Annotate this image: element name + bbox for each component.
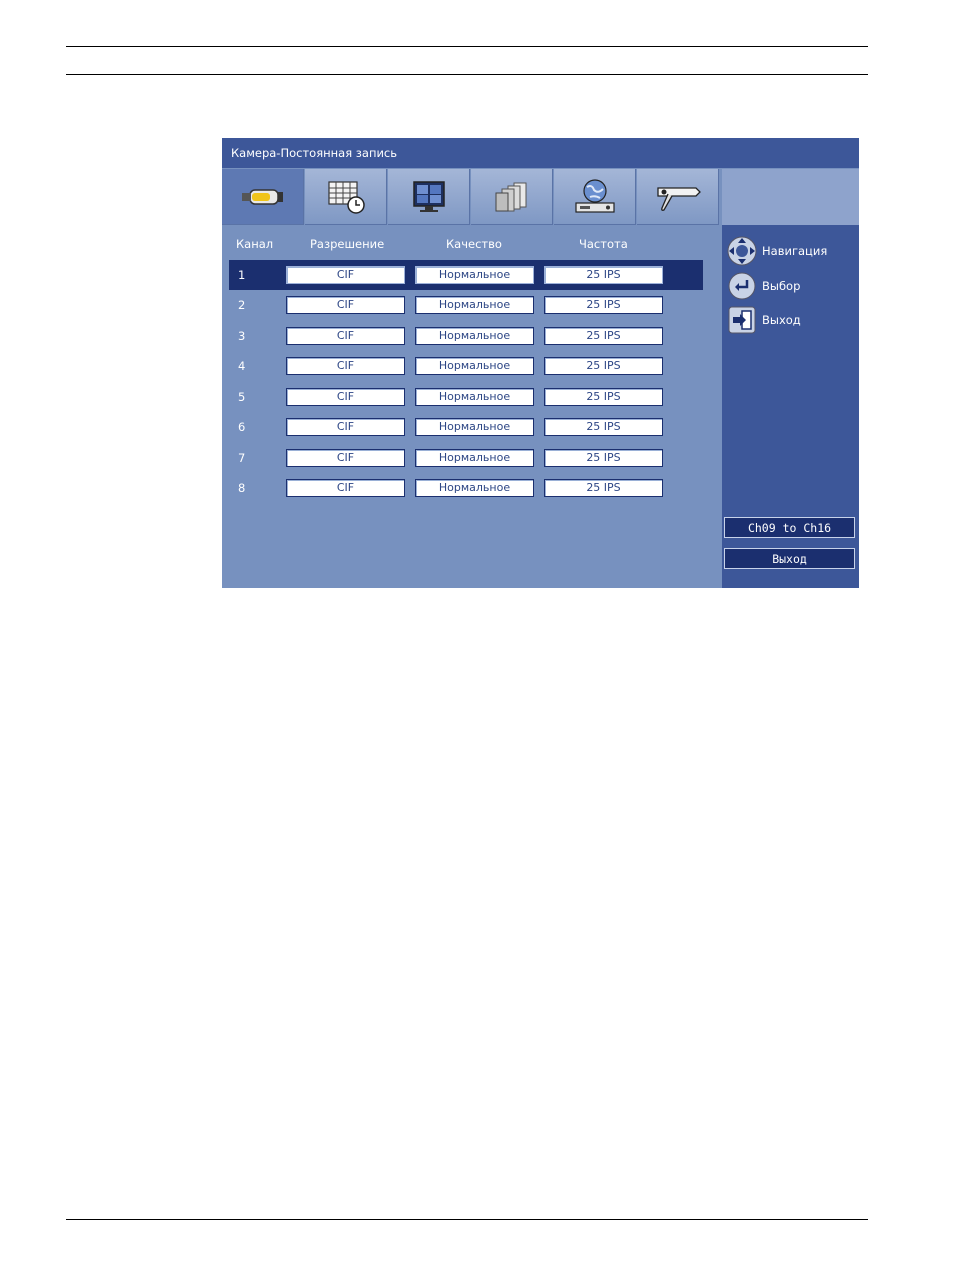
exit-icon bbox=[726, 305, 758, 335]
resolution-field[interactable]: CIF bbox=[286, 388, 405, 406]
quality-field[interactable]: Нормальное bbox=[415, 418, 534, 436]
header-channel: Канал bbox=[236, 237, 274, 251]
tab-schedule[interactable] bbox=[305, 169, 387, 225]
tab-camera[interactable] bbox=[222, 169, 304, 225]
tab-tools[interactable] bbox=[637, 169, 719, 225]
quality-field[interactable]: Нормальное bbox=[415, 296, 534, 314]
quality-field[interactable]: Нормальное bbox=[415, 479, 534, 497]
channels-range-button[interactable]: Ch09 to Ch16 bbox=[724, 517, 855, 538]
channel-number: 1 bbox=[238, 268, 246, 282]
quality-field[interactable]: Нормальное bbox=[415, 327, 534, 345]
header-rate: Частота bbox=[579, 237, 628, 251]
rate-field[interactable]: 25 IPS bbox=[544, 449, 663, 467]
rate-field[interactable]: 25 IPS bbox=[544, 388, 663, 406]
table-row[interactable]: 4 CIF Нормальное 25 IPS bbox=[229, 351, 703, 381]
table-row[interactable]: 1 CIF Нормальное 25 IPS bbox=[229, 260, 703, 290]
dvr-menu-screen: Камера-Постоянная запись Канал Разрешени… bbox=[222, 138, 859, 588]
legend-exit: Выход bbox=[726, 305, 801, 335]
legend-select-label: Выбор bbox=[762, 279, 801, 293]
quality-field[interactable]: Нормальное bbox=[415, 449, 534, 467]
rate-field[interactable]: 25 IPS bbox=[544, 296, 663, 314]
tab-bar-filler bbox=[722, 169, 859, 225]
menu-tabs bbox=[222, 169, 722, 226]
header-rule bbox=[66, 74, 868, 75]
legend-select: Выбор bbox=[726, 271, 800, 301]
monitor-icon bbox=[412, 180, 445, 212]
key-legend-sidebar: Навигация Выбор Выход Ch09 to Ch16 Выход bbox=[722, 225, 859, 588]
tab-recording[interactable] bbox=[471, 169, 553, 225]
header-quality: Качество bbox=[446, 237, 502, 251]
table-row[interactable]: 7 CIF Нормальное 25 IPS bbox=[229, 443, 703, 473]
tab-display[interactable] bbox=[388, 169, 470, 225]
rate-field[interactable]: 25 IPS bbox=[544, 327, 663, 345]
resolution-field[interactable]: CIF bbox=[286, 266, 405, 284]
tools-icon bbox=[656, 186, 701, 211]
window-title: Камера-Постоянная запись bbox=[222, 138, 859, 168]
rate-field[interactable]: 25 IPS bbox=[544, 479, 663, 497]
table-row[interactable]: 3 CIF Нормальное 25 IPS bbox=[229, 321, 703, 351]
table-row[interactable]: 2 CIF Нормальное 25 IPS bbox=[229, 290, 703, 320]
table-row[interactable]: 5 CIF Нормальное 25 IPS bbox=[229, 382, 703, 412]
resolution-field[interactable]: CIF bbox=[286, 327, 405, 345]
network-icon bbox=[574, 178, 615, 213]
header-resolution: Разрешение bbox=[310, 237, 385, 251]
exit-button[interactable]: Выход bbox=[724, 548, 855, 569]
tab-network[interactable] bbox=[554, 169, 636, 225]
rate-field[interactable]: 25 IPS bbox=[544, 266, 663, 284]
resolution-field[interactable]: CIF bbox=[286, 449, 405, 467]
resolution-field[interactable]: CIF bbox=[286, 296, 405, 314]
channel-number: 5 bbox=[238, 390, 246, 404]
rate-field[interactable]: 25 IPS bbox=[544, 418, 663, 436]
camera-icon bbox=[241, 188, 283, 205]
rate-field[interactable]: 25 IPS bbox=[544, 357, 663, 375]
channel-number: 7 bbox=[238, 451, 246, 465]
resolution-field[interactable]: CIF bbox=[286, 479, 405, 497]
recording-icon bbox=[495, 182, 526, 211]
channel-number: 2 bbox=[238, 298, 246, 312]
channel-number: 6 bbox=[238, 420, 246, 434]
quality-field[interactable]: Нормальное bbox=[415, 357, 534, 375]
channel-number: 8 bbox=[238, 481, 246, 495]
navigation-icon bbox=[726, 236, 758, 266]
quality-field[interactable]: Нормальное bbox=[415, 266, 534, 284]
table-row[interactable]: 8 CIF Нормальное 25 IPS bbox=[229, 473, 703, 503]
enter-icon bbox=[726, 271, 758, 301]
top-rule bbox=[66, 46, 868, 47]
channel-number: 4 bbox=[238, 359, 246, 373]
legend-navigation-label: Навигация bbox=[762, 244, 828, 258]
table-row[interactable]: 6 CIF Нормальное 25 IPS bbox=[229, 412, 703, 442]
channel-number: 3 bbox=[238, 329, 246, 343]
legend-exit-label: Выход bbox=[762, 313, 801, 327]
resolution-field[interactable]: CIF bbox=[286, 418, 405, 436]
schedule-icon bbox=[327, 180, 365, 214]
legend-navigation: Навигация bbox=[726, 236, 827, 266]
footer-rule bbox=[66, 1219, 868, 1220]
quality-field[interactable]: Нормальное bbox=[415, 388, 534, 406]
resolution-field[interactable]: CIF bbox=[286, 357, 405, 375]
